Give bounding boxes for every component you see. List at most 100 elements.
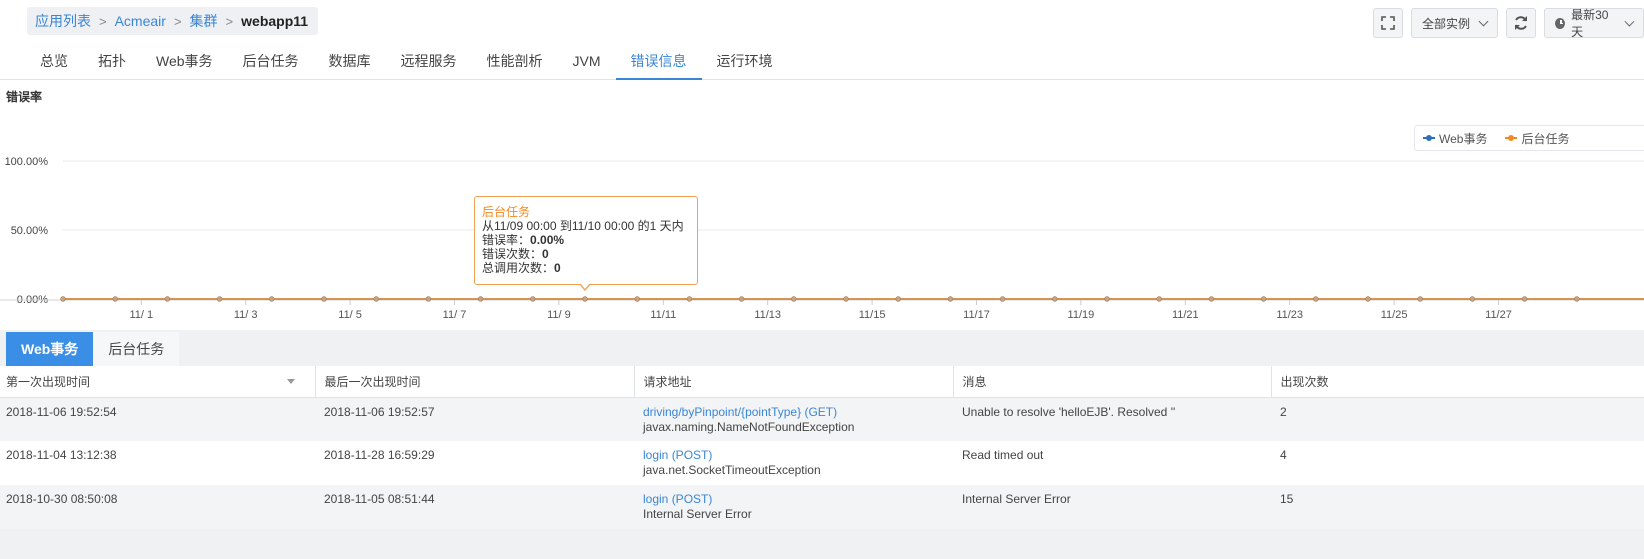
data-point	[1521, 296, 1528, 302]
fullscreen-button[interactable]	[1372, 8, 1403, 38]
x-tick-label: 11/21	[1172, 309, 1199, 321]
tab-database[interactable]: 数据库	[314, 44, 386, 80]
tooltip-rate-label: 错误率：	[482, 233, 531, 247]
sort-desc-icon[interactable]	[286, 379, 295, 384]
cell-count: 15	[1271, 485, 1644, 529]
data-point	[1313, 296, 1319, 302]
legend-label: Web事务	[1439, 131, 1488, 146]
tooltip-title: 后台任务	[482, 205, 531, 219]
data-point	[1469, 296, 1476, 302]
cell-last-seen: 2018-11-28 16:59:29	[324, 448, 435, 462]
data-point	[216, 296, 223, 302]
tab-profiling[interactable]: 性能剖析	[472, 44, 558, 80]
cell-message: Unable to resolve 'helloEJB'. Resolved '…	[953, 397, 1271, 441]
col-first-seen-label: 第一次出现时间	[6, 374, 91, 389]
data-point	[112, 296, 118, 302]
exception-name: java.net.SocketTimeoutException	[643, 463, 821, 477]
col-last-seen[interactable]: 最后一次出现时间	[315, 366, 635, 398]
cell-last-seen: 2018-11-05 08:51:44	[315, 485, 634, 529]
table-row[interactable]: 2018-11-06 19:52:54 2018-11-06 19:52:57 …	[0, 397, 1644, 441]
data-point	[738, 296, 745, 302]
errors-table: 第一次出现时间 最后一次出现时间 请求地址 消息 出现次数 2018-11-06…	[0, 366, 1644, 529]
data-point	[634, 296, 640, 302]
tooltip-arrow	[579, 283, 591, 291]
data-point	[164, 296, 171, 302]
x-tick-label: 11/ 1	[129, 309, 153, 321]
data-point	[1260, 296, 1267, 302]
cell-first-seen: 2018-11-04 13:12:38	[6, 448, 117, 462]
chevron-down-icon	[1624, 16, 1635, 26]
request-link[interactable]: login (POST)	[643, 492, 953, 506]
table-row[interactable]: 2018-11-04 13:12:38 2018-11-28 16:59:29 …	[0, 441, 1644, 485]
data-point	[1104, 296, 1110, 302]
data-point	[582, 296, 588, 302]
cell-first-seen: 2018-11-06 19:52:54	[0, 397, 315, 441]
table-header-row: 第一次出现时间 最后一次出现时间 请求地址 消息 出现次数	[0, 366, 1644, 398]
data-point	[843, 296, 849, 302]
tab-overview[interactable]: 总览	[25, 44, 83, 80]
tab-web-transactions[interactable]: Web事务	[141, 44, 228, 80]
chevron-right-icon: >	[173, 13, 182, 29]
cell-count: 4	[1280, 448, 1287, 462]
instances-dropdown[interactable]: 全部实例	[1410, 8, 1498, 38]
data-point	[1417, 296, 1423, 302]
data-point	[791, 296, 797, 302]
breadcrumb-acmeair[interactable]: Acmeair	[115, 13, 166, 29]
col-request-url[interactable]: 请求地址	[634, 366, 954, 398]
chart-title: 错误率	[6, 90, 43, 104]
table-row[interactable]: 2018-10-30 08:50:08 2018-11-05 08:51:44 …	[0, 485, 1644, 529]
time-range-label: 最新30天	[1571, 8, 1609, 39]
breadcrumb-current: webapp11	[241, 13, 309, 29]
tab-environment[interactable]: 运行环境	[702, 44, 788, 80]
fullscreen-icon	[1381, 16, 1395, 30]
request-link[interactable]: login (POST)	[643, 448, 953, 462]
breadcrumb-cluster[interactable]: 集群	[190, 11, 218, 31]
legend-swatch	[1423, 135, 1435, 141]
chart-tooltip: 后台任务 从11/09 00:00 到11/10 00:00 的1 天内 错误率…	[474, 196, 698, 285]
data-point	[1156, 296, 1162, 302]
chevron-right-icon: >	[225, 13, 234, 29]
tooltip-calls: 总调用次数：0	[482, 261, 690, 275]
x-tick-label: 11/ 5	[338, 309, 362, 321]
instances-label: 全部实例	[1421, 16, 1470, 31]
time-range-dropdown[interactable]: 最新30天	[1544, 8, 1644, 39]
exception-name: javax.naming.NameNotFoundException	[643, 419, 855, 434]
error-list-panel: Web事务 后台任务 第一次出现时间 最后一次出现时间 请求地址 消息 出现次数…	[0, 330, 1644, 559]
tab-remote-services[interactable]: 远程服务	[386, 44, 472, 80]
cell-request: driving/byPinpoint/{pointType} (GET) jav…	[634, 397, 953, 441]
request-link[interactable]: driving/byPinpoint/{pointType} (GET)	[643, 405, 953, 419]
col-first-seen[interactable]: 第一次出现时间	[0, 366, 316, 398]
subtab-background-tasks[interactable]: 后台任务	[93, 332, 180, 366]
tab-errors[interactable]: 错误信息	[615, 44, 702, 80]
x-tick-label: 11/11	[650, 309, 676, 321]
x-tick-label: 11/ 7	[443, 309, 467, 321]
data-point	[477, 296, 484, 302]
breadcrumb-app-list[interactable]: 应用列表	[35, 11, 91, 31]
col-count[interactable]: 出现次数	[1271, 366, 1644, 398]
y-tick-label: 100.00%	[5, 156, 49, 168]
data-point	[530, 296, 536, 302]
tooltip-range: 从11/09 00:00 到11/10 00:00 的1 天内	[482, 219, 684, 233]
chevron-down-icon	[1478, 16, 1489, 26]
tooltip-rate-value: 0.00%	[530, 233, 565, 247]
x-tick-label: 11/25	[1381, 309, 1408, 321]
col-message[interactable]: 消息	[953, 366, 1272, 398]
cell-count: 2	[1271, 397, 1644, 441]
clock-icon	[1555, 17, 1566, 29]
legend-label: 后台任务	[1521, 131, 1570, 146]
data-point	[269, 296, 275, 302]
tab-topology[interactable]: 拓扑	[83, 44, 141, 80]
tab-background-tasks[interactable]: 后台任务	[228, 44, 314, 80]
cell-first-seen: 2018-10-30 08:50:08	[0, 485, 315, 529]
legend-item-background[interactable]: 后台任务	[1505, 130, 1569, 147]
y-tick-label: 50.00%	[11, 225, 49, 237]
main-tabs: 总览 拓扑 Web事务 后台任务 数据库 远程服务 性能剖析 JVM 错误信息 …	[0, 44, 1644, 80]
tooltip-calls-value: 0	[554, 261, 561, 275]
data-point	[947, 296, 954, 302]
x-tick-label: 11/ 9	[547, 309, 571, 321]
legend-item-web[interactable]: Web事务	[1423, 130, 1487, 147]
subtab-web-transactions[interactable]: Web事务	[6, 332, 94, 366]
tab-jvm[interactable]: JVM	[558, 44, 616, 80]
breadcrumb: 应用列表 > Acmeair > 集群 > webapp11	[27, 7, 319, 35]
refresh-button[interactable]	[1506, 8, 1536, 38]
